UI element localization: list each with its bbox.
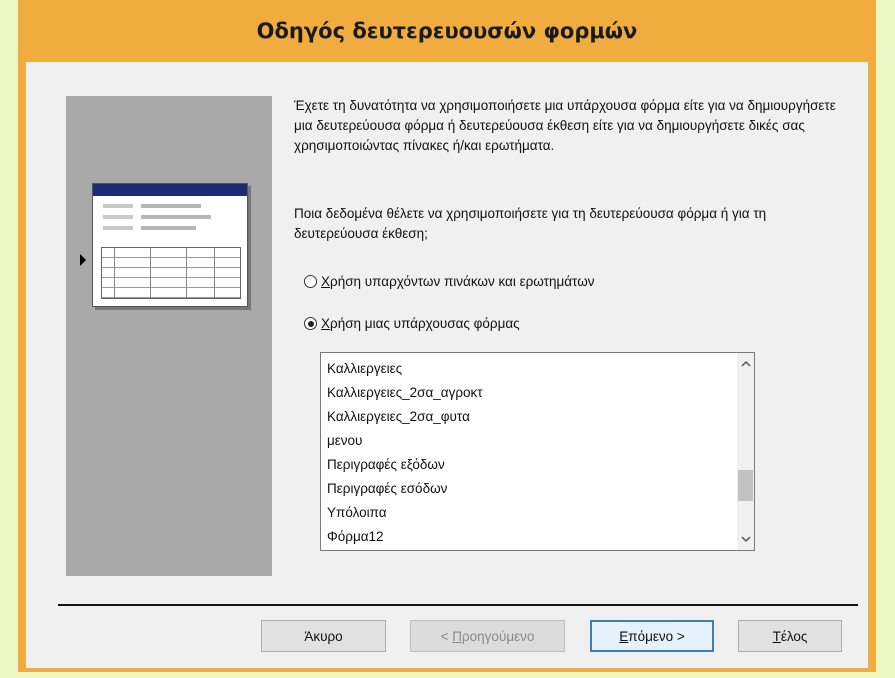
wizard-window: Οδηγός δευτερευουσών φορμών Έχετε τη δυν… <box>18 0 876 672</box>
divider <box>58 604 858 606</box>
back-button[interactable]: < Προηγούμενο <box>410 620 565 652</box>
list-item[interactable]: Περιγραφές εξόδων <box>327 453 483 477</box>
radio-checked-icon[interactable] <box>304 317 317 330</box>
list-item[interactable]: Καλλιεργειες_2σα_αγροκτ <box>327 381 483 405</box>
subform-preview-icon <box>92 183 248 307</box>
question-text: Ποια δεδομένα θέλετε να χρησιμοποιήσετε … <box>294 206 767 241</box>
option-label: Χρήση υπαρχόντων πινάκων και ερωτημάτων <box>321 274 595 289</box>
finish-button[interactable]: Τέλος <box>738 620 842 652</box>
title-bar[interactable]: Οδηγός δευτερευουσών φορμών <box>18 0 876 62</box>
wizard-illustration <box>66 96 272 576</box>
list-item[interactable]: μενου <box>327 429 483 453</box>
wizard-body: Έχετε τη δυνατότητα να χρησιμοποιήσετε μ… <box>26 62 868 668</box>
cancel-button[interactable]: Άκυρο <box>261 620 386 652</box>
pointer-arrow-icon <box>80 254 86 266</box>
form-listbox[interactable]: Καλλιεργειες Καλλιεργειες_2σα_αγροκτ Καλ… <box>320 352 755 551</box>
list-item[interactable]: Περιγραφές εσόδων <box>327 477 483 501</box>
option-use-existing-form[interactable]: Χρήση μιας υπάρχουσας φόρμας <box>304 316 520 331</box>
chevron-up-icon[interactable] <box>737 355 754 372</box>
next-button[interactable]: Επόμενο > <box>590 620 714 652</box>
scrollbar-thumb[interactable] <box>738 470 753 501</box>
vertical-scrollbar[interactable] <box>737 353 754 550</box>
radio-unchecked-icon[interactable] <box>304 275 317 288</box>
list-item[interactable]: Καλλιεργειες_2σα_φυτα <box>327 405 483 429</box>
list-item[interactable]: Καλλιεργειες <box>327 357 483 381</box>
intro-text: Έχετε τη δυνατότητα να χρησιμοποιήσετε μ… <box>294 98 836 153</box>
chevron-down-icon[interactable] <box>737 531 754 548</box>
list-item[interactable]: Φόρμα12 <box>327 525 483 549</box>
option-use-tables-queries[interactable]: Χρήση υπαρχόντων πινάκων και ερωτημάτων <box>304 274 595 289</box>
list-item[interactable]: Υπόλοιπα <box>327 501 483 525</box>
option-label: Χρήση μιας υπάρχουσας φόρμας <box>321 316 520 331</box>
window-title: Οδηγός δευτερευουσών φορμών <box>256 19 638 43</box>
